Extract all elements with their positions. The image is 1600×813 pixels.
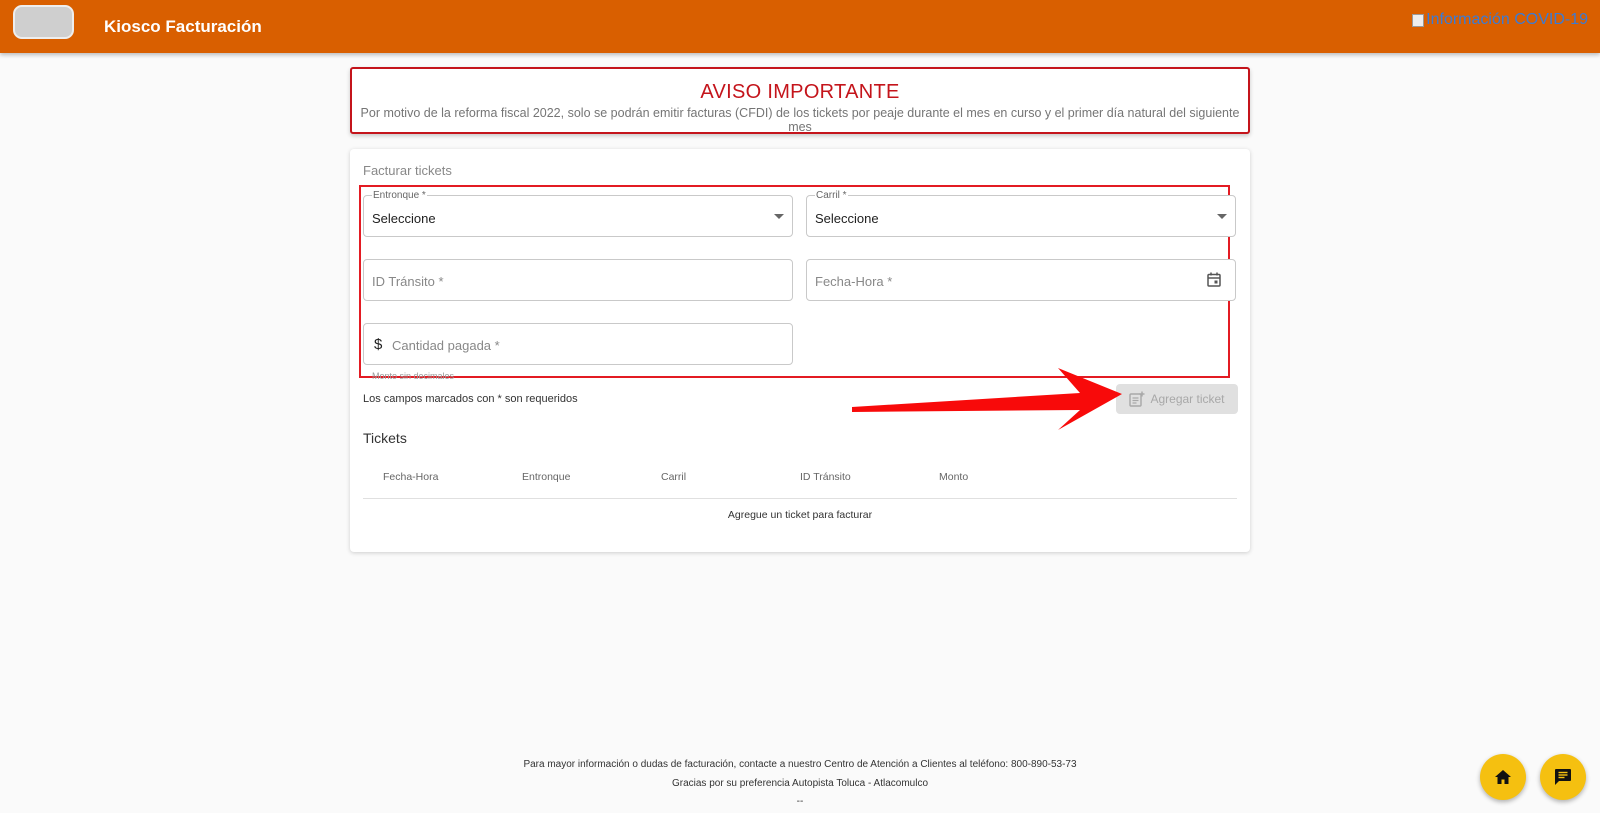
- entronque-value: Seleccione: [372, 211, 436, 226]
- carril-select[interactable]: Carril * Seleccione: [806, 190, 1236, 237]
- broken-image-icon: [1412, 13, 1425, 27]
- add-ticket-button[interactable]: Agregar ticket: [1116, 384, 1238, 414]
- notice-title: AVISO IMPORTANTE: [700, 81, 900, 103]
- entronque-label: Entronque *: [372, 190, 427, 201]
- notice-text: Por motivo de la reforma fiscal 2022, so…: [360, 106, 1240, 134]
- id-transito-input[interactable]: ID Tránsito *: [363, 259, 793, 301]
- carril-label: Carril *: [815, 190, 848, 201]
- top-app-bar: Kiosco Facturación Información COVID-19: [0, 0, 1600, 53]
- footer-contact-text: Para mayor información o dudas de factur…: [523, 759, 1077, 770]
- id-transito-placeholder: ID Tránsito *: [372, 274, 444, 289]
- amount-hint: Monto sin decimales: [372, 371, 455, 381]
- cantidad-placeholder: Cantidad pagada *: [392, 338, 500, 353]
- covid-info-link[interactable]: Información COVID-19: [1412, 11, 1588, 29]
- chat-icon: [1555, 769, 1571, 785]
- home-button[interactable]: [1480, 754, 1526, 800]
- app-title: Kiosco Facturación: [104, 17, 262, 36]
- dropdown-arrow-icon: [1217, 214, 1227, 219]
- footer-thanks-text: Gracias por su preferencia Autopista Tol…: [671, 778, 929, 789]
- column-id-transito[interactable]: ID Tránsito: [800, 471, 851, 483]
- column-entronque[interactable]: Entronque: [522, 471, 570, 483]
- entronque-select[interactable]: Entronque * Seleccione: [363, 190, 793, 237]
- fecha-hora-placeholder: Fecha-Hora *: [815, 274, 893, 289]
- important-notice: AVISO IMPORTANTE Por motivo de la reform…: [350, 67, 1250, 134]
- carril-value: Seleccione: [815, 211, 879, 226]
- column-monto[interactable]: Monto: [939, 471, 968, 483]
- cantidad-pagada-input[interactable]: $ Cantidad pagada *: [363, 323, 793, 365]
- tickets-title: Tickets: [363, 430, 407, 446]
- tickets-empty-message: Agregue un ticket para facturar: [727, 509, 873, 521]
- column-carril[interactable]: Carril: [661, 471, 686, 483]
- footer-separator: --: [796, 796, 804, 807]
- fecha-hora-input[interactable]: Fecha-Hora *: [806, 259, 1236, 301]
- card-title: Facturar tickets: [363, 163, 452, 178]
- required-fields-note: Los campos marcados con * son requeridos: [363, 393, 578, 405]
- tickets-table-header: Fecha-Hora Entronque Carril ID Tránsito …: [363, 457, 1237, 499]
- chat-button[interactable]: [1540, 754, 1586, 800]
- column-fecha-hora[interactable]: Fecha-Hora: [383, 471, 438, 483]
- add-ticket-label: Agregar ticket: [1150, 392, 1225, 406]
- home-icon: [1495, 770, 1511, 784]
- covid-link-text[interactable]: Información COVID-19: [1426, 11, 1588, 29]
- invoice-card: Facturar tickets Entronque * Seleccione …: [350, 149, 1250, 552]
- dollar-icon: $: [374, 336, 383, 353]
- note-add-icon: [1129, 391, 1145, 407]
- dropdown-arrow-icon: [774, 214, 784, 219]
- calendar-icon[interactable]: [1207, 272, 1221, 292]
- logo[interactable]: [13, 5, 74, 39]
